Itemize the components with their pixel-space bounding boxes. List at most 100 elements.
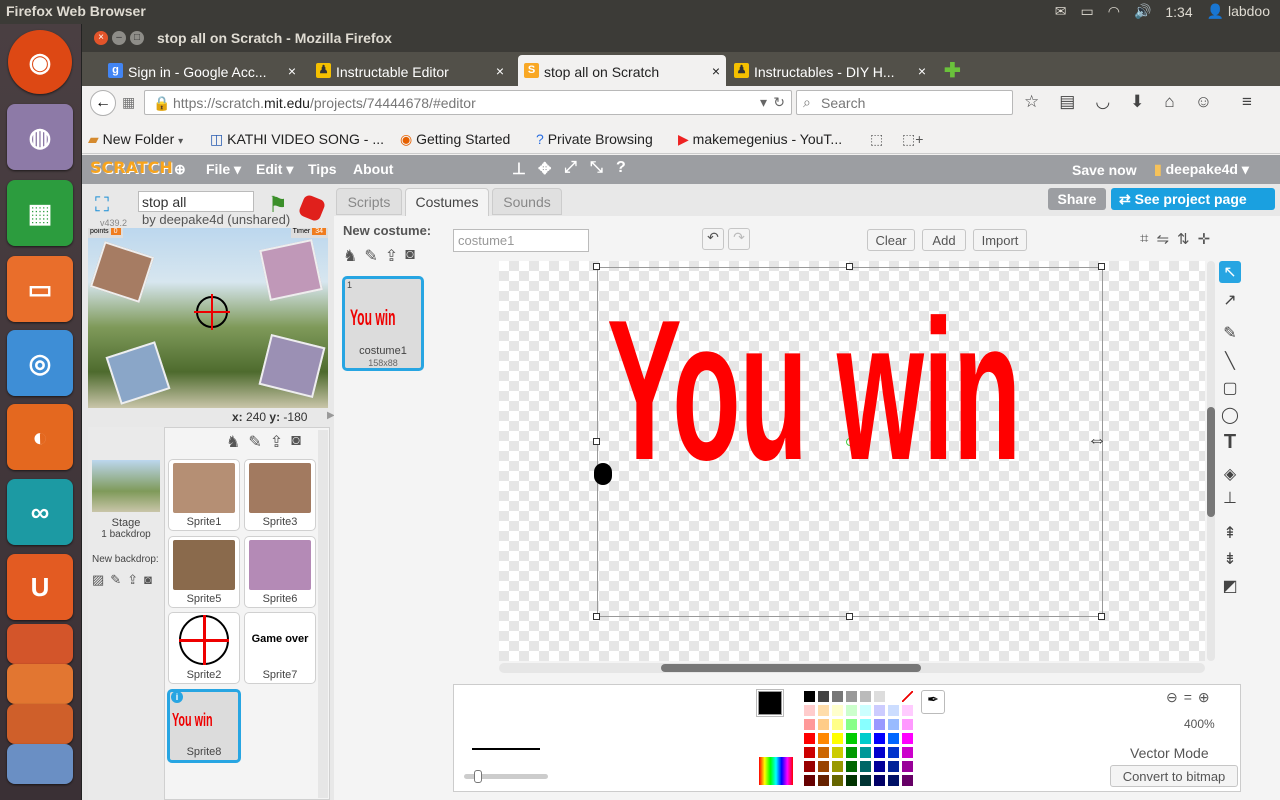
close-tab-icon[interactable]: × [918, 63, 926, 79]
sprite-thumb-sprite3[interactable]: Sprite3 [244, 459, 316, 531]
palette-swatch[interactable] [860, 705, 871, 716]
palette-swatch[interactable] [818, 747, 829, 758]
close-tab-icon[interactable]: × [288, 63, 296, 79]
mail-icon[interactable]: ✉ [1055, 3, 1067, 20]
add-button[interactable]: Add [922, 229, 966, 251]
palette-swatch[interactable] [804, 705, 815, 716]
reload-icon[interactable]: ↻ [773, 94, 785, 111]
palette-swatch[interactable] [832, 705, 843, 716]
bookmark-getting-started[interactable]: ◉ Getting Started [400, 131, 510, 148]
sprite-thumb-sprite8-selected[interactable]: i You win Sprite8 [167, 689, 241, 763]
sprite-thumb-sprite1[interactable]: Sprite1 [168, 459, 240, 531]
backward-layer-icon[interactable]: ⇟ [1219, 548, 1241, 570]
palette-swatch[interactable] [804, 761, 815, 772]
palette-swatch[interactable] [804, 775, 815, 786]
project-title-input[interactable]: stop all [138, 191, 254, 212]
tab-sounds[interactable]: Sounds [492, 188, 562, 215]
rectangle-tool-icon[interactable]: ▢ [1219, 377, 1241, 399]
firefox-app-icon[interactable]: ◐ [7, 404, 73, 470]
palette-swatch[interactable] [902, 761, 913, 772]
select-tool-icon[interactable]: ↖ [1219, 261, 1241, 283]
horizontal-scroll-thumb[interactable] [661, 664, 921, 672]
canvas-horizontal-scrollbar[interactable] [499, 663, 1205, 673]
palette-swatch[interactable] [832, 691, 843, 702]
clock[interactable]: 1:34 [1165, 4, 1192, 20]
palette-swatch[interactable] [846, 719, 857, 730]
stacked-app-icon-4[interactable] [7, 744, 73, 784]
tab-stop-all-scratch[interactable]: S stop all on Scratch × [518, 55, 726, 86]
palette-swatch[interactable] [874, 775, 885, 786]
vertical-scroll-thumb[interactable] [1207, 407, 1215, 517]
black-blob-shape[interactable] [594, 463, 612, 485]
camera-sprite-icon[interactable]: ◙ [291, 432, 301, 452]
palette-swatch[interactable] [888, 775, 899, 786]
palette-swatch[interactable] [902, 691, 913, 702]
globe-icon[interactable]: ⊕ [174, 161, 186, 178]
shrink-icon[interactable]: ⤡ [590, 159, 603, 177]
upload-costume-icon[interactable]: ⇪ [385, 246, 398, 266]
text-tool-icon[interactable]: T [1219, 431, 1241, 453]
palette-swatch[interactable] [902, 705, 913, 716]
palette-swatch[interactable] [804, 733, 815, 744]
palette-swatch[interactable] [874, 705, 885, 716]
palette-swatch[interactable] [860, 747, 871, 758]
help-block-icon[interactable]: ? [616, 159, 626, 177]
line-tool-icon[interactable]: ╲ [1219, 350, 1241, 372]
chromium-app-icon[interactable]: ◎ [7, 330, 73, 396]
convert-to-bitmap-button[interactable]: Convert to bitmap [1110, 765, 1238, 787]
palette-swatch[interactable] [818, 691, 829, 702]
bookmark-empty[interactable]: ⬚ [870, 131, 883, 148]
forward-layer-icon[interactable]: ⇞ [1219, 522, 1241, 544]
palette-swatch[interactable] [818, 719, 829, 730]
duplicate-stamp-icon[interactable]: ⊥ [512, 159, 526, 179]
bookmark-new-folder[interactable]: ▰ New Folder ▾ [88, 131, 183, 148]
palette-swatch[interactable] [874, 747, 885, 758]
info-icon[interactable]: i [171, 691, 183, 703]
zoom-in-icon[interactable]: ⊕ [1198, 689, 1210, 706]
battery-icon[interactable]: ▭ [1080, 3, 1093, 20]
zoom-out-icon[interactable]: ⊖ [1166, 689, 1178, 706]
grow-icon[interactable]: ⤢ [564, 159, 577, 177]
grid-icon[interactable]: ▦ [122, 94, 135, 111]
costume-thumb-costume1[interactable]: 1 You win costume1 158x88 [342, 276, 424, 371]
save-now-link[interactable]: Save now [1072, 162, 1137, 178]
chat-icon[interactable]: ☺ [1195, 92, 1212, 112]
sprite-thumb-sprite2[interactable]: Sprite2 [168, 612, 240, 684]
sprite-thumb-sprite7[interactable]: Game over Sprite7 [244, 612, 316, 684]
backdrop-library-icon[interactable]: ▨ [92, 572, 104, 588]
paint-backdrop-icon[interactable]: ✎ [110, 572, 121, 588]
tab-instructable-editor[interactable]: ♟ Instructable Editor × [310, 55, 510, 86]
back-button[interactable]: ← [90, 90, 116, 116]
palette-swatch[interactable] [846, 733, 857, 744]
sprite-pane-scrollbar[interactable] [318, 430, 328, 798]
palette-swatch[interactable] [874, 761, 885, 772]
maximize-window-button[interactable]: □ [130, 31, 144, 45]
file-menu[interactable]: File ▾ [206, 161, 241, 178]
sprite-library-icon[interactable]: ♞ [226, 432, 240, 452]
bookmark-star-icon[interactable]: ☆ [1024, 92, 1039, 112]
stroke-width-slider[interactable] [464, 770, 548, 783]
close-window-button[interactable]: × [94, 31, 108, 45]
cut-icon[interactable]: ✥ [538, 159, 551, 179]
undo-icon[interactable]: ↶ [702, 228, 724, 250]
volume-icon[interactable]: 🔊 [1134, 3, 1151, 20]
fullscreen-icon[interactable]: ⛶ [95, 194, 109, 217]
redo-icon[interactable]: ↷ [728, 228, 750, 250]
palette-swatch[interactable] [818, 733, 829, 744]
pencil-tool-icon[interactable]: ✎ [1219, 322, 1241, 344]
primary-color-swatch[interactable] [758, 691, 782, 715]
ellipse-tool-icon[interactable]: ◯ [1219, 404, 1241, 426]
files-app-icon[interactable]: ▭ [7, 256, 73, 322]
palette-swatch[interactable] [860, 761, 871, 772]
palette-swatch[interactable] [860, 775, 871, 786]
palette-swatch[interactable] [804, 691, 815, 702]
palette-swatch[interactable] [888, 719, 899, 730]
clear-button[interactable]: Clear [867, 229, 915, 251]
palette-swatch[interactable] [860, 733, 871, 744]
set-center-icon[interactable]: ✛ [1198, 230, 1211, 248]
palette-swatch[interactable] [818, 761, 829, 772]
green-flag-icon[interactable]: ⚑ [268, 192, 288, 218]
costume-name-input[interactable]: costume1 [453, 229, 589, 252]
costume-library-icon[interactable]: ♞ [343, 246, 357, 266]
spreadsheet-app-icon[interactable]: ▦ [7, 180, 73, 246]
